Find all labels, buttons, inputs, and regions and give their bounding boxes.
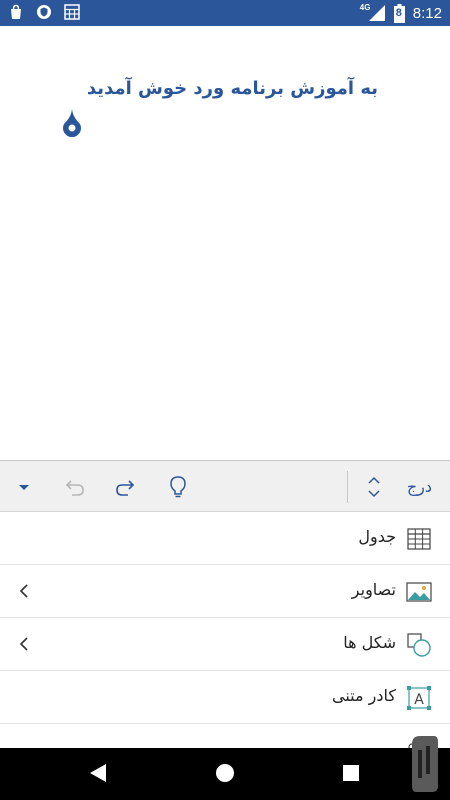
ribbon-collapse-icon [19,485,29,490]
menu-item-text-box[interactable]: A کادر متنی [0,671,450,724]
shopping-bag-icon [11,4,21,19]
menu-item-label: شکل ها [343,633,396,652]
recents-icon[interactable] [342,762,360,784]
signal-icon [368,5,385,21]
document-canvas[interactable]: به آموزش برنامه ورد خوش آمدید [0,26,450,460]
navigation-bar [0,736,450,800]
menu-item-label: کادر متنی [332,686,396,705]
undo-button[interactable] [60,473,88,501]
menu-item-pictures[interactable]: تصاویر [0,565,450,618]
home-icon[interactable] [215,762,235,784]
status-bar: 4G 8 8:12 [0,0,450,26]
pictures-icon [406,582,432,602]
ribbon-toolbar: درج [0,460,450,512]
document-body-text[interactable]: به آموزش برنامه ورد خوش آمدید [87,78,378,99]
menu-item-table[interactable]: جدول [0,512,450,565]
cursor-handle-icon[interactable] [62,108,82,138]
ribbon-collapse-button[interactable] [10,473,38,501]
redo-icon [116,480,135,496]
status-time: 8:12 [412,4,442,22]
shield-icon [37,5,51,19]
tab-switch-button[interactable] [360,473,388,501]
svg-text:A: A [414,692,424,708]
undo-icon [65,480,84,496]
battery-level: 8 [395,6,402,19]
redo-button[interactable] [112,473,140,501]
table-icon [407,528,431,550]
tell-me-button[interactable] [164,473,192,501]
menu-item-label: جدول [358,527,396,546]
calculator-icon [64,4,80,20]
chevron-left-icon [19,584,28,598]
watermark-logo-icon [412,736,438,792]
menu-item-partial[interactable] [0,724,450,748]
ribbon-tab-label[interactable]: درج [407,477,432,496]
menu-item-label: تصاویر [351,580,396,599]
menu-item-shapes[interactable]: شکل ها [0,618,450,671]
back-icon[interactable] [88,762,108,784]
tab-switch-icon [368,476,380,498]
shapes-icon [407,633,431,657]
chevron-left-icon [19,637,28,651]
text-box-icon: A [407,686,431,710]
toolbar-divider [347,471,348,503]
lightbulb-icon [170,476,186,498]
insert-menu: جدول تصاویر شکل ها A کادر متنی [0,512,450,748]
